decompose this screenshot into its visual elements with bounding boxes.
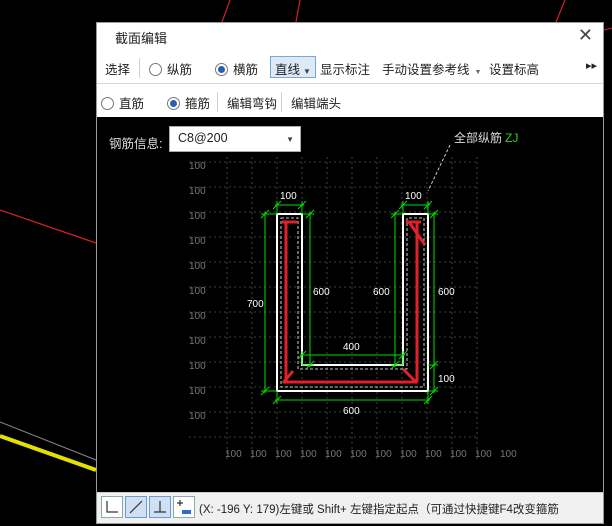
leader-line <box>427 144 451 192</box>
grid-label: 100 <box>189 311 206 322</box>
dim-bottom-thickness: 100 <box>438 374 455 385</box>
stirrup-label: 箍筋 <box>185 97 211 111</box>
sub-toolbar: 直筋 箍筋 编辑弯钩 编辑端头 <box>97 87 603 118</box>
show-labels-button[interactable]: 显示标注 <box>320 59 370 78</box>
section-drawing: 100 100 100 100 100 100 100 100 100 100 100 100 100 1… <box>189 144 517 460</box>
dim-top-left: 100 <box>280 191 297 202</box>
grid-label: 100 <box>189 361 206 372</box>
title-bar: 截面编辑 ✕ <box>97 23 603 49</box>
grid-label: 100 <box>189 211 206 222</box>
longitudinal-label: 纵筋 <box>167 63 193 77</box>
drawing-canvas[interactable]: 钢筋信息: C8@200 ▼ 全部纵筋 ZJ 100 100 100 100 1… <box>97 117 603 493</box>
toolbar-divider <box>217 92 218 112</box>
grid-label: 100 <box>425 449 442 460</box>
transverse-radio[interactable]: 横筋 <box>215 59 258 78</box>
manual-reference-line-button[interactable]: 手动设置参考线 ▼ <box>382 59 481 78</box>
dim-left-outer: 700 <box>247 299 264 310</box>
dim-inner-bottom: 400 <box>343 342 360 353</box>
grid-label: 100 <box>189 261 206 272</box>
double-chevron-right-icon[interactable]: ▸▸ <box>586 59 597 72</box>
grid-label: 100 <box>350 449 367 460</box>
close-icon[interactable]: ✕ <box>578 25 593 45</box>
toolbar-divider <box>139 58 140 78</box>
line-mode-dropdown[interactable]: 直线 ▼ <box>270 56 316 78</box>
edit-hook-button[interactable]: 编辑弯钩 <box>227 93 277 112</box>
grid-label: 100 <box>189 161 206 172</box>
grid-label: 100 <box>400 449 417 460</box>
toolbar-divider <box>281 92 282 112</box>
grid-label: 100 <box>189 186 206 197</box>
orthogonal-icon[interactable] <box>101 496 123 518</box>
grid-label: 100 <box>500 449 517 460</box>
status-bar: (X: -196 Y: 179)左键或 Shift+ 左键指定起点（可通过快捷键… <box>97 492 603 523</box>
grid-label: 100 <box>325 449 342 460</box>
section-outline <box>276 213 429 392</box>
radio-unchecked-icon <box>149 63 162 76</box>
radio-unchecked-icon <box>101 97 114 110</box>
dim-left-inner: 600 <box>313 287 330 298</box>
grid-label: 100 <box>475 449 492 460</box>
grid-label: 100 <box>275 449 292 460</box>
perpendicular-icon[interactable] <box>149 496 171 518</box>
main-toolbar: 选择 纵筋 横筋 直线 ▼ 显示标注 手动设置参考线 ▼ 设置标高 ▸▸ <box>97 53 603 84</box>
grid-label: 100 <box>300 449 317 460</box>
status-text: (X: -196 Y: 179)左键或 Shift+ 左键指定起点（可通过快捷键… <box>199 504 559 516</box>
straight-bar-radio[interactable]: 直筋 <box>101 93 144 112</box>
dimensions <box>260 200 439 405</box>
grid-label: 100 <box>450 449 467 460</box>
dim-right-outer: 600 <box>438 287 455 298</box>
chevron-down-icon: ▼ <box>474 69 482 76</box>
section-editor-dialog: 截面编辑 ✕ 选择 纵筋 横筋 直线 ▼ 显示标注 手动设置参考线 ▼ 设置标高 ▸… <box>96 22 604 524</box>
line-mode-value: 直线 <box>275 63 301 77</box>
select-button[interactable]: 选择 <box>105 59 130 78</box>
grid-label: 100 <box>189 411 206 422</box>
grid-label: 100 <box>189 286 206 297</box>
dim-right-inner: 600 <box>373 287 390 298</box>
stirrup-radio[interactable]: 箍筋 <box>167 93 210 112</box>
dialog-title: 截面编辑 <box>115 31 168 46</box>
dim-top-right: 100 <box>405 191 422 202</box>
grid-label: 100 <box>375 449 392 460</box>
grid-label: 100 <box>225 449 242 460</box>
transverse-label: 横筋 <box>233 63 259 77</box>
radio-checked-icon <box>167 97 180 110</box>
set-elevation-button[interactable]: 设置标高 <box>489 59 539 78</box>
radio-checked-icon <box>215 63 228 76</box>
chevron-down-icon: ▼ <box>303 67 311 76</box>
grid-label: 100 <box>189 236 206 247</box>
grid-label: 100 <box>189 336 206 347</box>
add-point-icon[interactable] <box>173 496 195 518</box>
manual-reference-line-label: 手动设置参考线 <box>382 63 470 77</box>
grid-label: 100 <box>250 449 267 460</box>
dim-overall-width: 600 <box>343 406 360 417</box>
straight-bar-label: 直筋 <box>119 97 145 111</box>
edit-end-button[interactable]: 编辑端头 <box>291 93 341 112</box>
longitudinal-radio[interactable]: 纵筋 <box>149 59 192 78</box>
slope-line-icon[interactable] <box>125 496 147 518</box>
grid-label: 100 <box>189 386 206 397</box>
